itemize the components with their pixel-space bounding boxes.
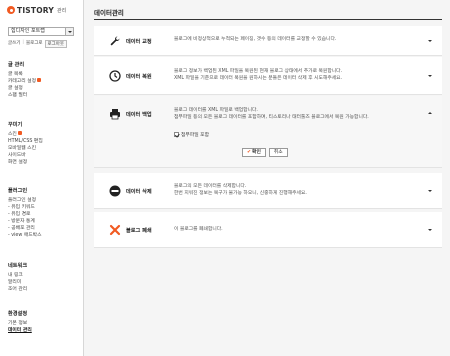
description-line: XML 파일을 기준으로 데이터 복원을 원하시는 분들은 데이터 삭제 후 시… <box>174 76 343 81</box>
sidebar: TISTORY 관리 힙디자인 포트랩 글쓰기 | 블로그로 로그아웃 글 관리… <box>0 0 84 356</box>
brand-name: TISTORY <box>17 5 54 15</box>
separator: | <box>22 40 24 45</box>
quick-links: 글쓰기 | 블로그로 로그아웃 <box>8 40 68 48</box>
nav-item-publish-manage[interactable]: - 공배포 관리 <box>8 225 41 232</box>
wrench-icon <box>109 35 121 47</box>
nav-group-preferences: 환경설정 기본 정보 데이터 관리 <box>8 310 32 334</box>
description-line: 블로그에 비정상적으로 누적되는 페이징, 갯수 등의 데이터를 교정할 수 있… <box>174 37 337 42</box>
nav-group-title: 플러그인 <box>8 188 28 194</box>
nav-item-inflow-keywords[interactable]: - 유입 키워드 <box>8 204 41 211</box>
nav-group-title: 네트워크 <box>8 263 28 269</box>
nav-group-posts: 글 관리 글 목록 카테고리 설정 글 설정 스팸 필터 <box>8 61 42 99</box>
expand-toggle-icon[interactable] <box>428 39 432 43</box>
include-attachments-option[interactable]: 첨부파일 포함 <box>174 131 209 138</box>
nav-item-view-adbox[interactable]: - view 애드박스 <box>8 232 41 239</box>
nav-item-html-css[interactable]: HTML/CSS 편집 <box>8 138 43 145</box>
cancel-button[interactable]: 취소 <box>268 148 288 157</box>
confirm-label: 확인 <box>252 150 261 155</box>
panel-data-delete[interactable]: 데이터 삭제 블로그의 모든 데이터를 삭제합니다. 한번 지워진 정보는 복구… <box>94 173 442 209</box>
description-line: 블로그 데이터를 XML 파일로 백업합니다. <box>174 108 258 113</box>
blog-select[interactable]: 힙디자인 포트랩 <box>8 27 74 36</box>
panel-label: 블로그 폐쇄 <box>126 228 152 234</box>
description-line: 첨부파일 등의 모든 블로그 데이터를 포함하며, 티스토리나 태터툴즈 블로그… <box>174 115 369 120</box>
x-icon <box>109 224 121 236</box>
panel-label: 데이터 복원 <box>126 74 152 80</box>
panel-label: 데이터 백업 <box>126 112 152 118</box>
collapse-toggle-icon[interactable] <box>428 112 432 116</box>
expand-toggle-icon[interactable] <box>428 228 432 232</box>
tistory-logo[interactable]: TISTORY 관리 <box>7 5 66 15</box>
nav-item-screen-settings[interactable]: 화면 설정 <box>8 159 43 166</box>
panel-data-correction[interactable]: 데이터 교정 블로그에 비정상적으로 누적되는 페이징, 갯수 등의 데이터를 … <box>94 26 442 56</box>
page-title: 데이터관리 <box>94 9 124 17</box>
expand-toggle-icon[interactable] <box>428 189 432 193</box>
blog-select-value: 힙디자인 포트랩 <box>11 28 45 34</box>
new-badge <box>37 78 42 83</box>
include-attachments-checkbox[interactable] <box>174 132 179 137</box>
nav-group-title: 꾸미기 <box>8 122 23 128</box>
clock-icon <box>109 70 121 82</box>
nav-item-post-list[interactable]: 글 목록 <box>8 71 41 78</box>
panel-data-backup[interactable]: 데이터 백업 블로그 데이터를 XML 파일로 백업합니다. 첨부파일 등의 모… <box>94 96 442 168</box>
nav-item-visitor-stats[interactable]: - 방문자 통계 <box>8 218 41 225</box>
panel-description: 블로그의 모든 데이터를 삭제합니다. 한번 지워진 정보는 복구가 불가능 하… <box>174 183 307 197</box>
nav-item-category[interactable]: 카테고리 설정 <box>8 78 42 85</box>
logout-button[interactable]: 로그아웃 <box>44 40 68 48</box>
chevron-down-icon <box>65 28 73 35</box>
description-line: 블로그의 모든 데이터를 삭제합니다. <box>174 184 247 189</box>
panel-description: 블로그에 비정상적으로 누적되는 페이징, 갯수 등의 데이터를 교정할 수 있… <box>174 36 336 43</box>
nav-group-design: 꾸미기 스킨 HTML/CSS 편집 모바일웹 스킨 사이드바 화면 설정 <box>8 121 43 166</box>
nav-group-title: 글 관리 <box>8 62 25 68</box>
nav-group-plugins: 플러그인 플러그인 설정 - 유입 키워드 - 유입 경로 - 방문자 통계 -… <box>8 187 41 240</box>
nav-item-category-label: 카테고리 설정 <box>8 78 37 84</box>
nav-item-inflow-path[interactable]: - 유입 경로 <box>8 211 41 218</box>
description-line: 한번 지워진 정보는 복구가 불가능 하오니, 신중하게 진행해주세요. <box>174 191 307 196</box>
minus-circle-icon <box>109 185 121 197</box>
description-line: 블로그 정보가 백업된 XML 파일을 복원된 현재 블로그 상태에서 추가로 … <box>174 69 343 74</box>
nav-group-network: 네트워크 내 링크 알리미 조어 관리 <box>8 262 27 293</box>
tistory-logo-icon <box>7 6 15 14</box>
nav-group-title: 환경설정 <box>8 311 28 317</box>
nav-item-basic-info[interactable]: 기본 정보 <box>8 320 32 327</box>
nav-item-skin-label: 스킨 <box>8 131 17 137</box>
backup-actions: ✔ 확인 취소 <box>242 148 288 157</box>
panel-data-restore[interactable]: 데이터 복원 블로그 정보가 백업된 XML 파일을 복원된 현재 블로그 상태… <box>94 57 442 95</box>
nav-item-spam-filter[interactable]: 스팸 필터 <box>8 92 41 99</box>
nav-item-mobile-skin[interactable]: 모바일웹 스킨 <box>8 145 43 152</box>
nav-item-post-settings[interactable]: 글 설정 <box>8 85 41 92</box>
printer-icon <box>109 108 121 120</box>
description-line: 이 블로그를 폐쇄합니다. <box>174 227 223 232</box>
panel-close-blog[interactable]: 블로그 폐쇄 이 블로그를 폐쇄합니다. <box>94 212 442 248</box>
expand-toggle-icon[interactable] <box>428 74 432 78</box>
panel-label: 데이터 교정 <box>126 39 152 45</box>
nav-item-skin[interactable]: 스킨 <box>8 131 43 138</box>
view-blog-link[interactable]: 블로그로 <box>26 40 43 48</box>
brand-section: 관리 <box>57 7 67 14</box>
panel-label: 데이터 삭제 <box>126 189 152 195</box>
check-icon: ✔ <box>247 150 252 155</box>
divider <box>94 19 442 20</box>
nav-item-manage[interactable]: 조어 관리 <box>8 286 27 293</box>
nav-item-data-manage[interactable]: 데이터 관리 <box>8 327 32 334</box>
checkbox-label: 첨부파일 포함 <box>181 133 210 138</box>
write-link[interactable]: 글쓰기 <box>8 40 20 48</box>
panel-description: 블로그 정보가 백업된 XML 파일을 복원된 현재 블로그 상태에서 추가로 … <box>174 68 342 82</box>
confirm-button[interactable]: ✔ 확인 <box>242 148 266 157</box>
nav-item-notifier[interactable]: 알리미 <box>8 279 27 286</box>
panel-description: 블로그 데이터를 XML 파일로 백업합니다. 첨부파일 등의 모든 블로그 데… <box>174 107 369 121</box>
nav-item-plugin-settings[interactable]: 플러그인 설정 <box>8 197 41 204</box>
nav-item-my-links[interactable]: 내 링크 <box>8 272 27 279</box>
panel-description: 이 블로그를 폐쇄합니다. <box>174 226 223 233</box>
new-badge <box>17 131 22 135</box>
nav-item-sidebar[interactable]: 사이드바 <box>8 152 43 159</box>
